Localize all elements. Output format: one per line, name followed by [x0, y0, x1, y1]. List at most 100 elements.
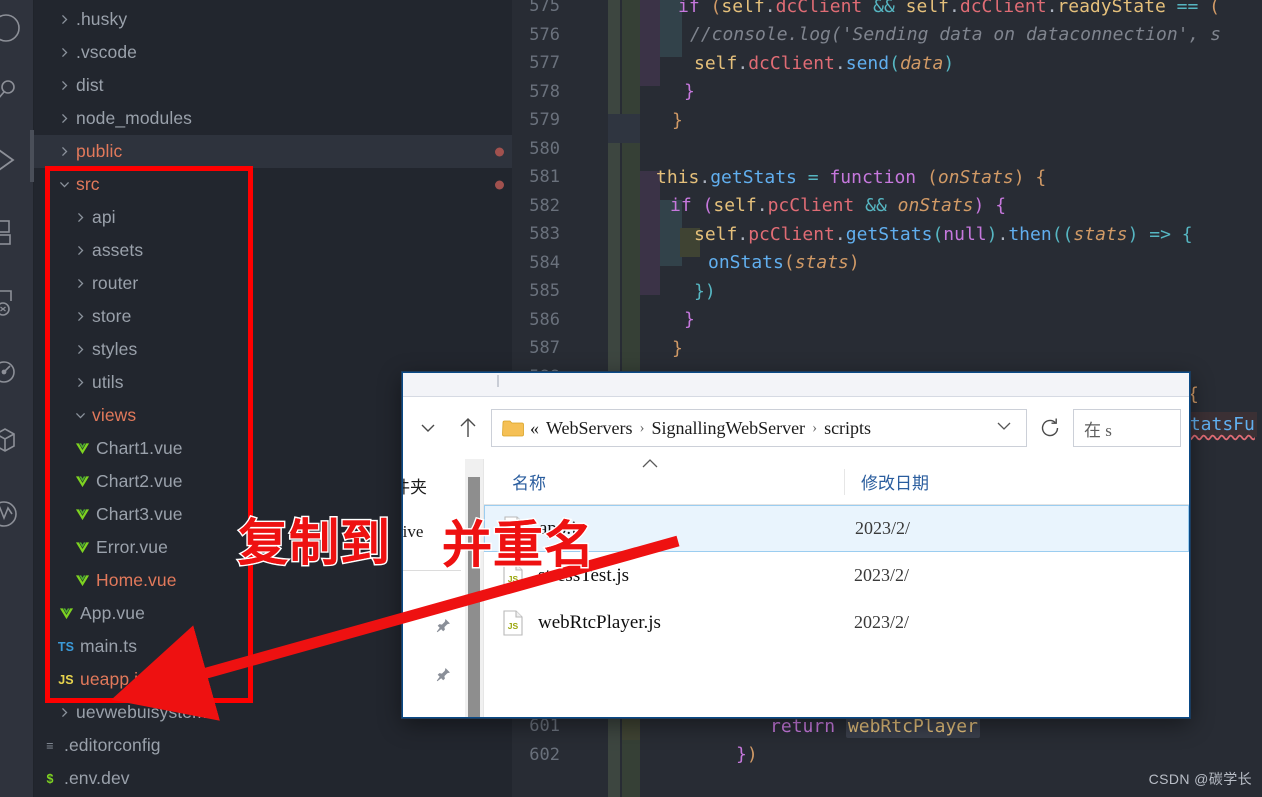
- screenshot-root: .husky .vscode dist node_modulespublic src ap…: [0, 0, 1262, 797]
- tree-item-dist[interactable]: dist: [34, 69, 512, 102]
- file-type-icon: ≡: [46, 738, 54, 753]
- tree-item-styles[interactable]: styles: [34, 333, 512, 366]
- tree-item-label: assets: [92, 240, 144, 260]
- tree-item-label: Chart1.vue: [96, 438, 183, 458]
- line-number: 582: [529, 195, 560, 216]
- chevron-right-icon[interactable]: [70, 343, 90, 356]
- chevron-right-icon[interactable]: [70, 310, 90, 323]
- debug-icon[interactable]: [0, 352, 26, 392]
- tree-item-assets[interactable]: assets: [34, 234, 512, 267]
- line-content: }): [694, 280, 716, 302]
- file-type-icon: [70, 540, 94, 555]
- history-dropdown-icon[interactable]: [411, 411, 445, 445]
- tree-item-src[interactable]: src: [34, 168, 512, 201]
- chevron-right-icon[interactable]: [54, 79, 74, 92]
- nav-pane-scrollbar[interactable]: [465, 459, 483, 717]
- chevron-down-icon[interactable]: [70, 409, 90, 422]
- tree-item-public[interactable]: public: [34, 135, 512, 168]
- tree-item-label: views: [92, 405, 137, 425]
- csdn-watermark: CSDN @碳学长: [1148, 771, 1252, 787]
- activity-monitor-icon[interactable]: [0, 492, 26, 532]
- tree-item-label: public: [76, 141, 123, 161]
- file-type-icon: TS: [57, 639, 75, 654]
- line-number: 585: [529, 281, 560, 302]
- tree-item-router[interactable]: router: [34, 267, 512, 300]
- file-list-row[interactable]: JS webRtcPlayer.js 2023/2/: [484, 599, 1189, 646]
- breadcrumb-segment[interactable]: «: [530, 418, 539, 439]
- chevron-right-icon[interactable]: [70, 376, 90, 389]
- tree-item-api[interactable]: api: [34, 201, 512, 234]
- chevron-right-icon[interactable]: [70, 244, 90, 257]
- tree-item-editorconfig[interactable]: ≡ .editorconfig: [34, 729, 512, 762]
- chevron-right-icon[interactable]: [54, 13, 74, 26]
- chevron-right-icon[interactable]: [70, 211, 90, 224]
- chevron-right-icon[interactable]: [54, 706, 74, 719]
- code-line: 579}: [512, 106, 1262, 135]
- code-line: 582 if (self.pcClient && onStats) {: [512, 192, 1262, 221]
- code-lines-bottom: 601 return webRtcPlayer 602 }): [512, 712, 1262, 769]
- tree-item-nodemodules[interactable]: node_modules: [34, 102, 512, 135]
- dialog-navigation-bar: «WebServers › SignallingWebServer › scripts …: [403, 397, 1189, 459]
- nav-pane-item[interactable]: rive: [403, 522, 423, 542]
- terminal-chevron-icon[interactable]: [0, 140, 26, 180]
- line-number: 580: [529, 138, 560, 159]
- search-icon[interactable]: [0, 70, 26, 110]
- remote-explorer-icon[interactable]: [0, 282, 26, 322]
- tree-item-vscode[interactable]: .vscode: [34, 36, 512, 69]
- tree-item-label: api: [92, 207, 116, 227]
- line-content: if (self.dcClient && self.dcClient.ready…: [678, 0, 1220, 17]
- tree-item-envdev[interactable]: $ .env.dev: [34, 762, 512, 795]
- tree-item-label: node_modules: [76, 108, 193, 128]
- refresh-icon[interactable]: [1033, 411, 1067, 445]
- breadcrumb-dropdown-icon[interactable]: [988, 416, 1020, 441]
- tree-item-label: utils: [92, 372, 124, 392]
- chevron-down-icon[interactable]: [54, 178, 74, 191]
- pin-icon: [434, 666, 452, 689]
- svg-text:JS: JS: [508, 621, 519, 631]
- line-number: 601: [529, 716, 560, 737]
- tree-item-husky[interactable]: .husky: [34, 3, 512, 36]
- annotation-copy-to-fill: 复制到: [238, 514, 391, 572]
- breadcrumb-segment[interactable]: WebServers: [546, 418, 633, 439]
- file-type-icon: $: [46, 771, 54, 786]
- code-line: 586}: [512, 306, 1262, 335]
- git-modified-dot: [495, 147, 504, 156]
- account-circle-icon[interactable]: [0, 8, 26, 48]
- breadcrumb-separator: ›: [639, 419, 645, 436]
- tree-item-label: .editorconfig: [64, 735, 161, 755]
- tree-item-label: dist: [76, 75, 104, 95]
- column-header-date-label: 修改日期: [861, 474, 929, 493]
- column-header-name[interactable]: 名称: [484, 459, 844, 494]
- navigation-pane[interactable]: 件夹 rive: [403, 459, 465, 717]
- address-bar[interactable]: « WebServers › SignallingWebServer › scripts: [491, 409, 1027, 447]
- code-line: 584 onStats(stats): [512, 249, 1262, 278]
- extensions-box-icon[interactable]: [0, 420, 26, 460]
- title-tick-mark: [497, 375, 499, 387]
- breadcrumb-segment[interactable]: SignallingWebServer: [652, 418, 806, 439]
- code-line: 577 self.dcClient.send(data): [512, 49, 1262, 78]
- breadcrumb[interactable]: « WebServers › SignallingWebServer › scripts: [530, 418, 982, 439]
- tree-item-label: Chart3.vue: [96, 504, 183, 524]
- split-editor-icon[interactable]: [0, 212, 26, 252]
- tree-item-label: Home.vue: [96, 570, 177, 590]
- file-date-label: 2023/2/: [855, 518, 911, 538]
- tree-item-store[interactable]: store: [34, 300, 512, 333]
- chevron-right-icon[interactable]: [70, 277, 90, 290]
- chevron-right-icon[interactable]: [54, 145, 74, 158]
- file-list-column-headers: 名称 修改日期: [484, 459, 1189, 505]
- column-header-date[interactable]: 修改日期: [844, 468, 929, 495]
- up-one-level-icon[interactable]: [451, 411, 485, 445]
- search-input[interactable]: 在 s: [1073, 409, 1181, 447]
- column-header-name-label: 名称: [512, 474, 546, 493]
- file-list-pane[interactable]: 名称 修改日期 JS app.js 2023/2/JS stressTest.js 20…: [483, 459, 1189, 717]
- breadcrumb-segment[interactable]: scripts: [824, 418, 871, 439]
- line-content: }: [672, 337, 683, 359]
- nav-pane-item[interactable]: 件夹: [403, 473, 427, 498]
- chevron-right-icon[interactable]: [54, 46, 74, 59]
- line-number: 578: [529, 81, 560, 102]
- tree-item-label: App.vue: [80, 603, 145, 623]
- code-line: 585}): [512, 277, 1262, 306]
- annotation-rename-fill: 并重名: [442, 516, 595, 574]
- chevron-right-icon[interactable]: [54, 112, 74, 125]
- pin-icon: [434, 617, 452, 640]
